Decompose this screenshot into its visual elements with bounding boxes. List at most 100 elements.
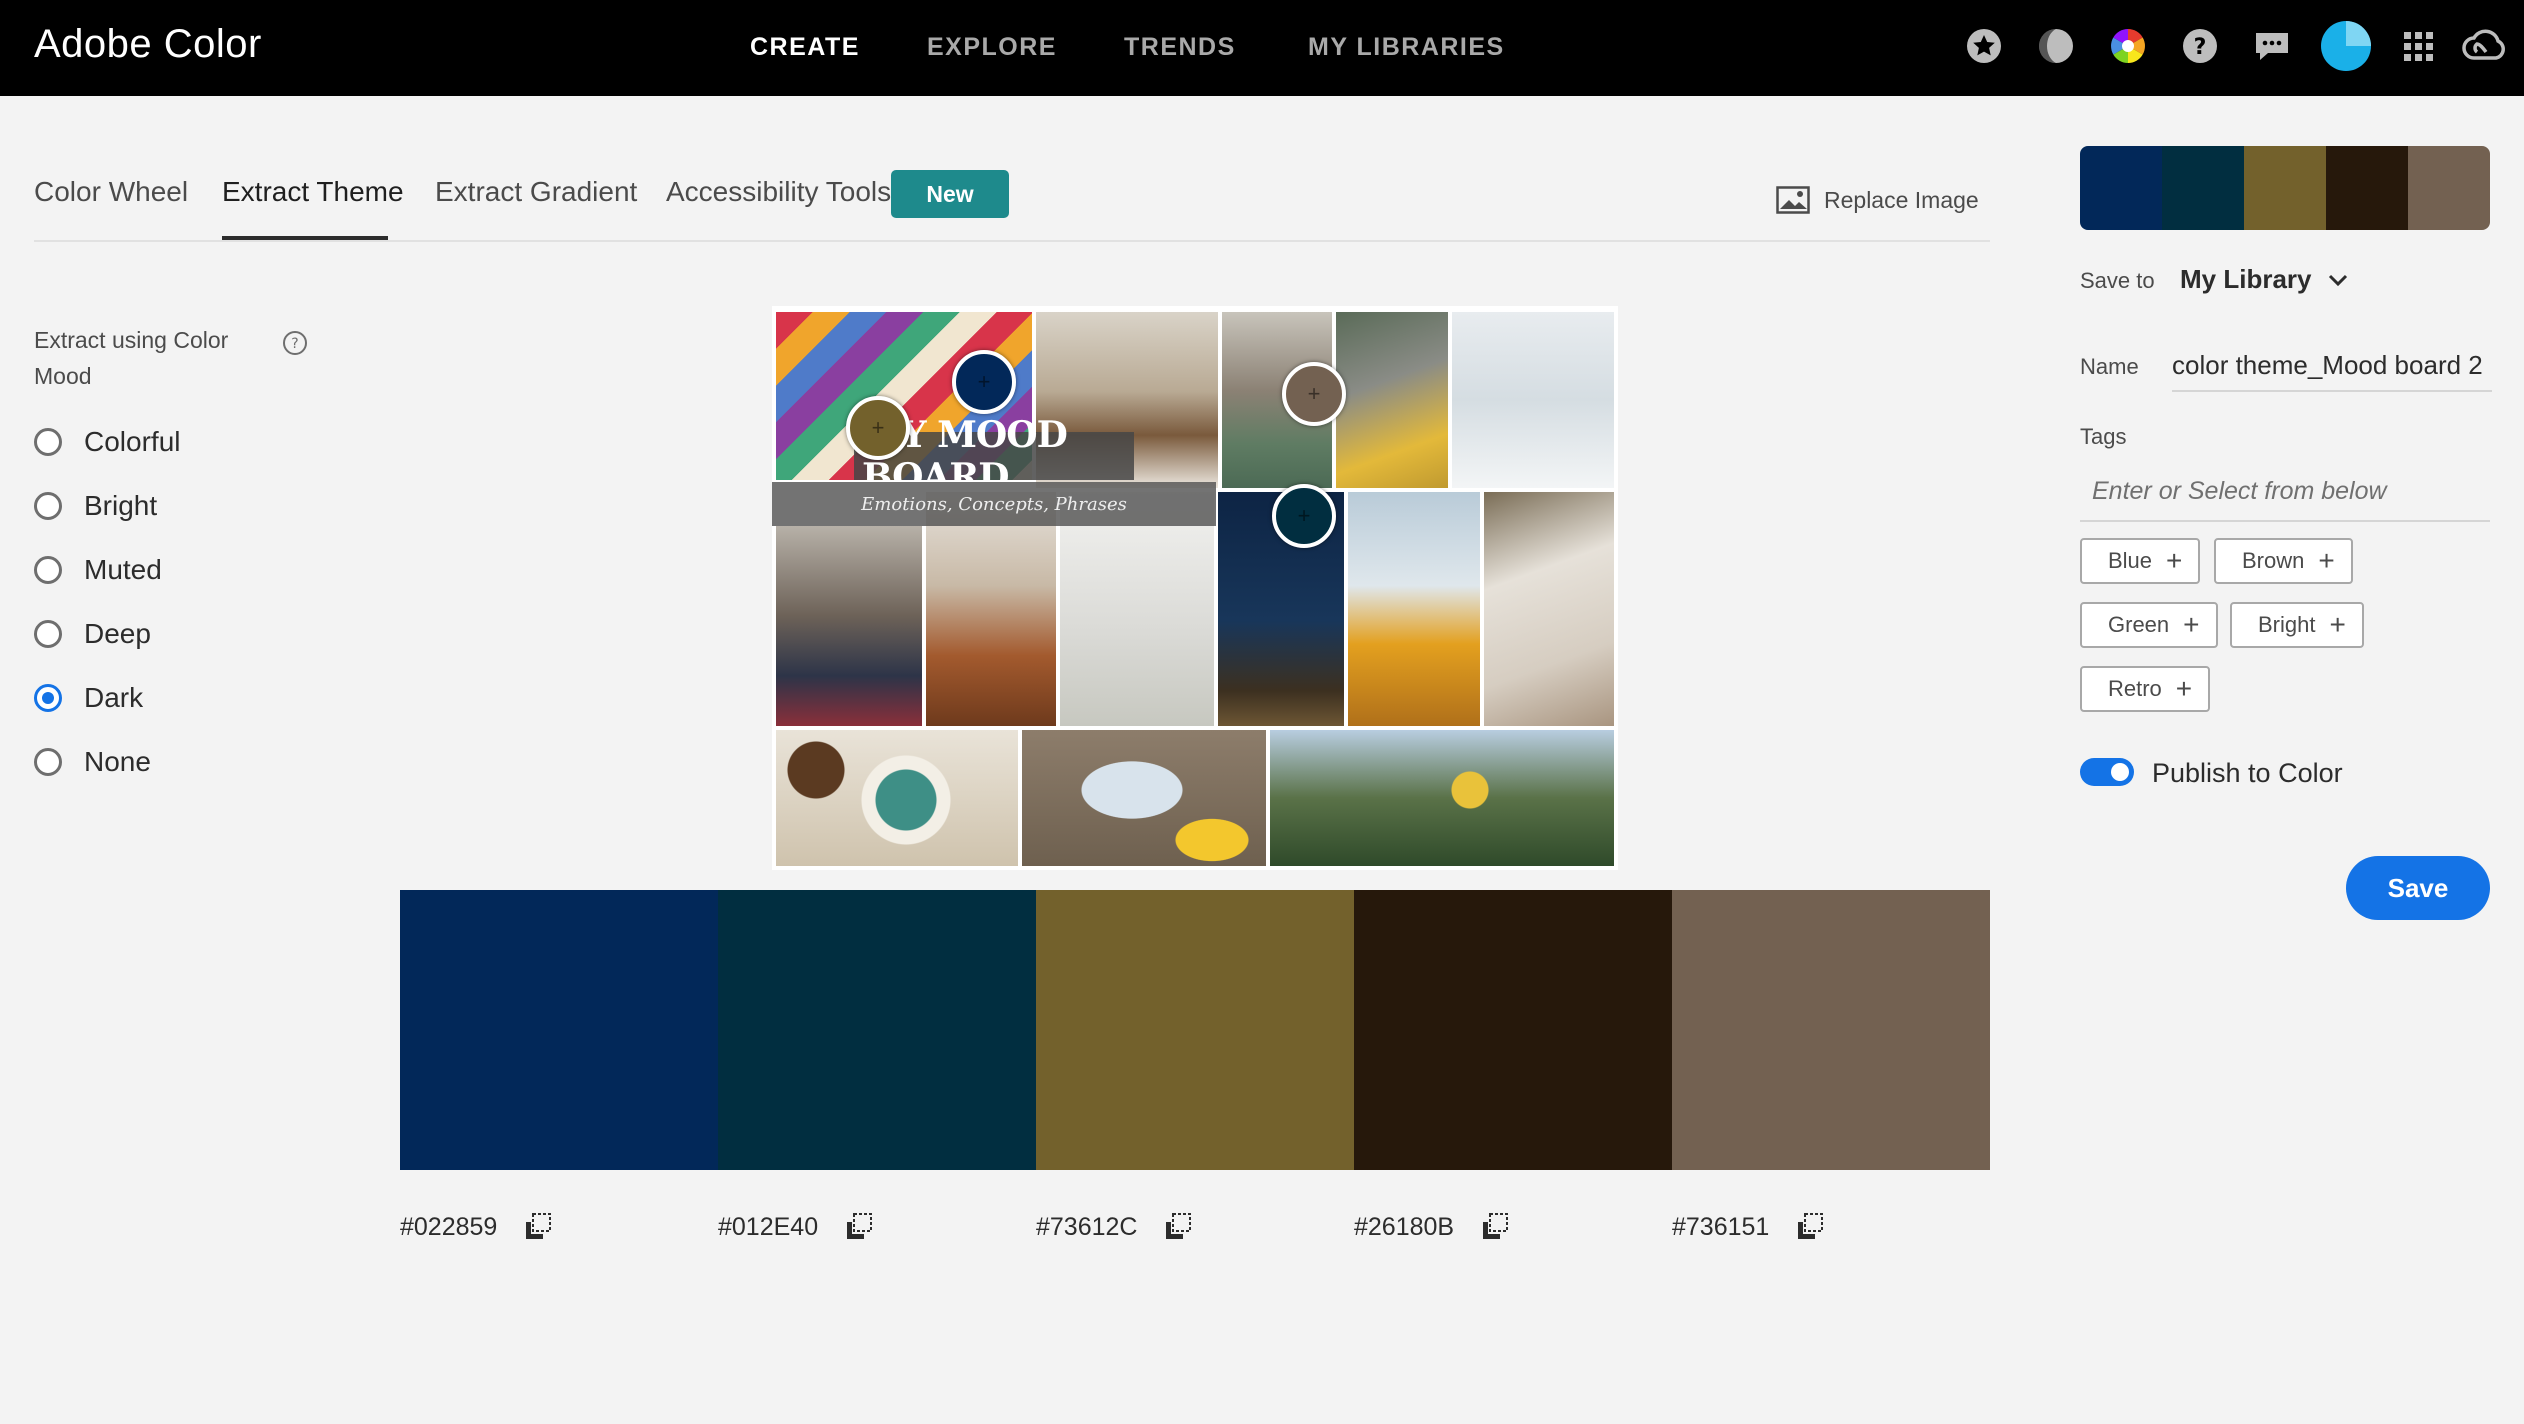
name-label: Name bbox=[2080, 354, 2139, 379]
tag-blue[interactable]: Blue + bbox=[2080, 538, 2201, 584]
replace-image-button[interactable]: Replace Image bbox=[1776, 186, 1979, 214]
hex-value[interactable]: #022859 bbox=[400, 1213, 497, 1242]
mood-option-muted[interactable]: Muted bbox=[34, 554, 162, 586]
tag-label: Blue bbox=[2108, 548, 2153, 573]
mood-board-image: MY MOOD BOARD Emotions, Concepts, Phrase… bbox=[772, 306, 1618, 870]
swatch-5[interactable] bbox=[1672, 890, 1990, 1170]
profile-avatar[interactable] bbox=[2320, 20, 2372, 72]
copy-icon[interactable] bbox=[523, 1212, 553, 1242]
nav-explore[interactable]: EXPLORE bbox=[927, 33, 1057, 62]
replace-image-label: Replace Image bbox=[1824, 186, 1979, 213]
radio-button[interactable] bbox=[34, 428, 62, 456]
color-picker-2[interactable] bbox=[1272, 484, 1336, 548]
mood-option-deep[interactable]: Deep bbox=[34, 618, 151, 650]
radio-button[interactable] bbox=[34, 620, 62, 648]
preview-swatch-1 bbox=[2080, 146, 2162, 230]
create-tabs: Color Wheel Extract Theme Extract Gradie… bbox=[34, 170, 1990, 242]
color-mood-label: Extract using Color Mood bbox=[34, 327, 229, 389]
copy-icon[interactable] bbox=[1163, 1212, 1193, 1242]
chevron-down-icon bbox=[2328, 274, 2347, 286]
tags-label: Tags bbox=[2080, 424, 2127, 449]
top-bar: Adobe Color CREATE EXPLORE TRENDS MY LIB… bbox=[0, 0, 2524, 96]
hex-value[interactable]: #012E40 bbox=[718, 1213, 818, 1242]
color-wheel-icon[interactable] bbox=[2108, 26, 2148, 66]
radio-button[interactable] bbox=[34, 556, 62, 584]
color-picker-5[interactable] bbox=[1282, 362, 1346, 426]
swatch-3[interactable] bbox=[1036, 890, 1354, 1170]
theme-swatches bbox=[400, 890, 1990, 1170]
theme-preview bbox=[2080, 146, 2490, 230]
save-button[interactable]: Save bbox=[2346, 856, 2490, 920]
tag-label: Brown bbox=[2242, 548, 2305, 573]
hex-value[interactable]: #73612C bbox=[1036, 1213, 1137, 1242]
chat-icon[interactable] bbox=[2252, 26, 2292, 66]
help-circle-icon[interactable]: ? bbox=[282, 330, 308, 356]
preview-swatch-2 bbox=[2162, 146, 2244, 230]
hex-value[interactable]: #26180B bbox=[1354, 1213, 1454, 1242]
creative-cloud-icon[interactable] bbox=[2460, 26, 2508, 66]
color-picker-3[interactable] bbox=[846, 396, 910, 460]
plus-icon: + bbox=[2175, 673, 2193, 704]
tab-extract-theme[interactable]: Extract Theme bbox=[222, 176, 404, 208]
swatch-1[interactable] bbox=[400, 890, 718, 1170]
radio-button[interactable] bbox=[34, 492, 62, 520]
save-to-label: Save to bbox=[2080, 268, 2155, 293]
mood-option-none[interactable]: None bbox=[34, 746, 151, 778]
copy-icon[interactable] bbox=[1480, 1212, 1510, 1242]
tags-input[interactable] bbox=[2080, 462, 2490, 522]
swatch-4[interactable] bbox=[1354, 890, 1672, 1170]
tag-bright[interactable]: Bright + bbox=[2230, 602, 2364, 648]
tag-green[interactable]: Green + bbox=[2080, 602, 2218, 648]
radio-button-selected[interactable] bbox=[34, 684, 62, 712]
photo-air-plants bbox=[1060, 492, 1214, 726]
plus-icon: + bbox=[2166, 545, 2183, 576]
tag-label: Green bbox=[2108, 612, 2170, 637]
active-tab-indicator bbox=[222, 236, 388, 240]
photo-couple-bench bbox=[776, 526, 922, 726]
tab-extract-gradient[interactable]: Extract Gradient bbox=[435, 176, 637, 208]
new-badge: New bbox=[891, 170, 1009, 218]
swatch-1-hex: #022859 bbox=[400, 1212, 553, 1242]
nav-create[interactable]: CREATE bbox=[750, 33, 860, 62]
hex-value[interactable]: #736151 bbox=[1672, 1213, 1769, 1242]
swatch-2-hex: #012E40 bbox=[718, 1212, 874, 1242]
swatch-2[interactable] bbox=[718, 890, 1036, 1170]
color-picker-1[interactable] bbox=[952, 350, 1016, 414]
image-icon bbox=[1776, 186, 1810, 214]
copy-icon[interactable] bbox=[1795, 1212, 1825, 1242]
library-dropdown[interactable]: My Library bbox=[2180, 264, 2350, 295]
photo-birdhouse-trees bbox=[1270, 730, 1614, 866]
tag-brown[interactable]: Brown + bbox=[2214, 538, 2353, 584]
mood-option-dark[interactable]: Dark bbox=[34, 682, 143, 714]
tab-accessibility-tools[interactable]: Accessibility Tools bbox=[666, 176, 891, 208]
contrast-icon[interactable] bbox=[2036, 26, 2076, 66]
help-icon[interactable]: ? bbox=[2180, 26, 2220, 66]
tag-label: Retro bbox=[2108, 676, 2162, 701]
plus-icon: + bbox=[2183, 609, 2200, 640]
nav-trends[interactable]: TRENDS bbox=[1124, 33, 1236, 62]
tag-retro[interactable]: Retro + bbox=[2080, 666, 2211, 712]
star-icon[interactable] bbox=[1964, 26, 2004, 66]
plus-icon: + bbox=[2318, 545, 2335, 576]
photo-cozy-book bbox=[1484, 492, 1614, 726]
swatch-4-hex: #26180B bbox=[1354, 1212, 1510, 1242]
publish-label: Publish to Color bbox=[2152, 758, 2343, 788]
mood-board-subtitle: Emotions, Concepts, Phrases bbox=[772, 482, 1216, 526]
theme-name-input[interactable] bbox=[2172, 340, 2492, 392]
svg-text:?: ? bbox=[291, 336, 298, 352]
mood-option-colorful[interactable]: Colorful bbox=[34, 426, 180, 458]
svg-text:?: ? bbox=[2194, 35, 2207, 60]
preview-swatch-4 bbox=[2326, 146, 2408, 230]
publish-toggle[interactable] bbox=[2080, 758, 2134, 786]
tab-color-wheel[interactable]: Color Wheel bbox=[34, 176, 188, 208]
plus-icon: + bbox=[2329, 609, 2346, 640]
photo-snow-forest bbox=[1452, 312, 1614, 488]
photo-yellow-house bbox=[1348, 492, 1480, 726]
copy-icon[interactable] bbox=[844, 1212, 874, 1242]
apps-grid-icon[interactable] bbox=[2398, 26, 2438, 66]
mood-option-bright[interactable]: Bright bbox=[34, 490, 157, 522]
radio-button[interactable] bbox=[34, 748, 62, 776]
nav-my-libraries[interactable]: MY LIBRARIES bbox=[1308, 33, 1505, 62]
preview-swatch-5 bbox=[2408, 146, 2490, 230]
app-title[interactable]: Adobe Color bbox=[34, 22, 262, 67]
